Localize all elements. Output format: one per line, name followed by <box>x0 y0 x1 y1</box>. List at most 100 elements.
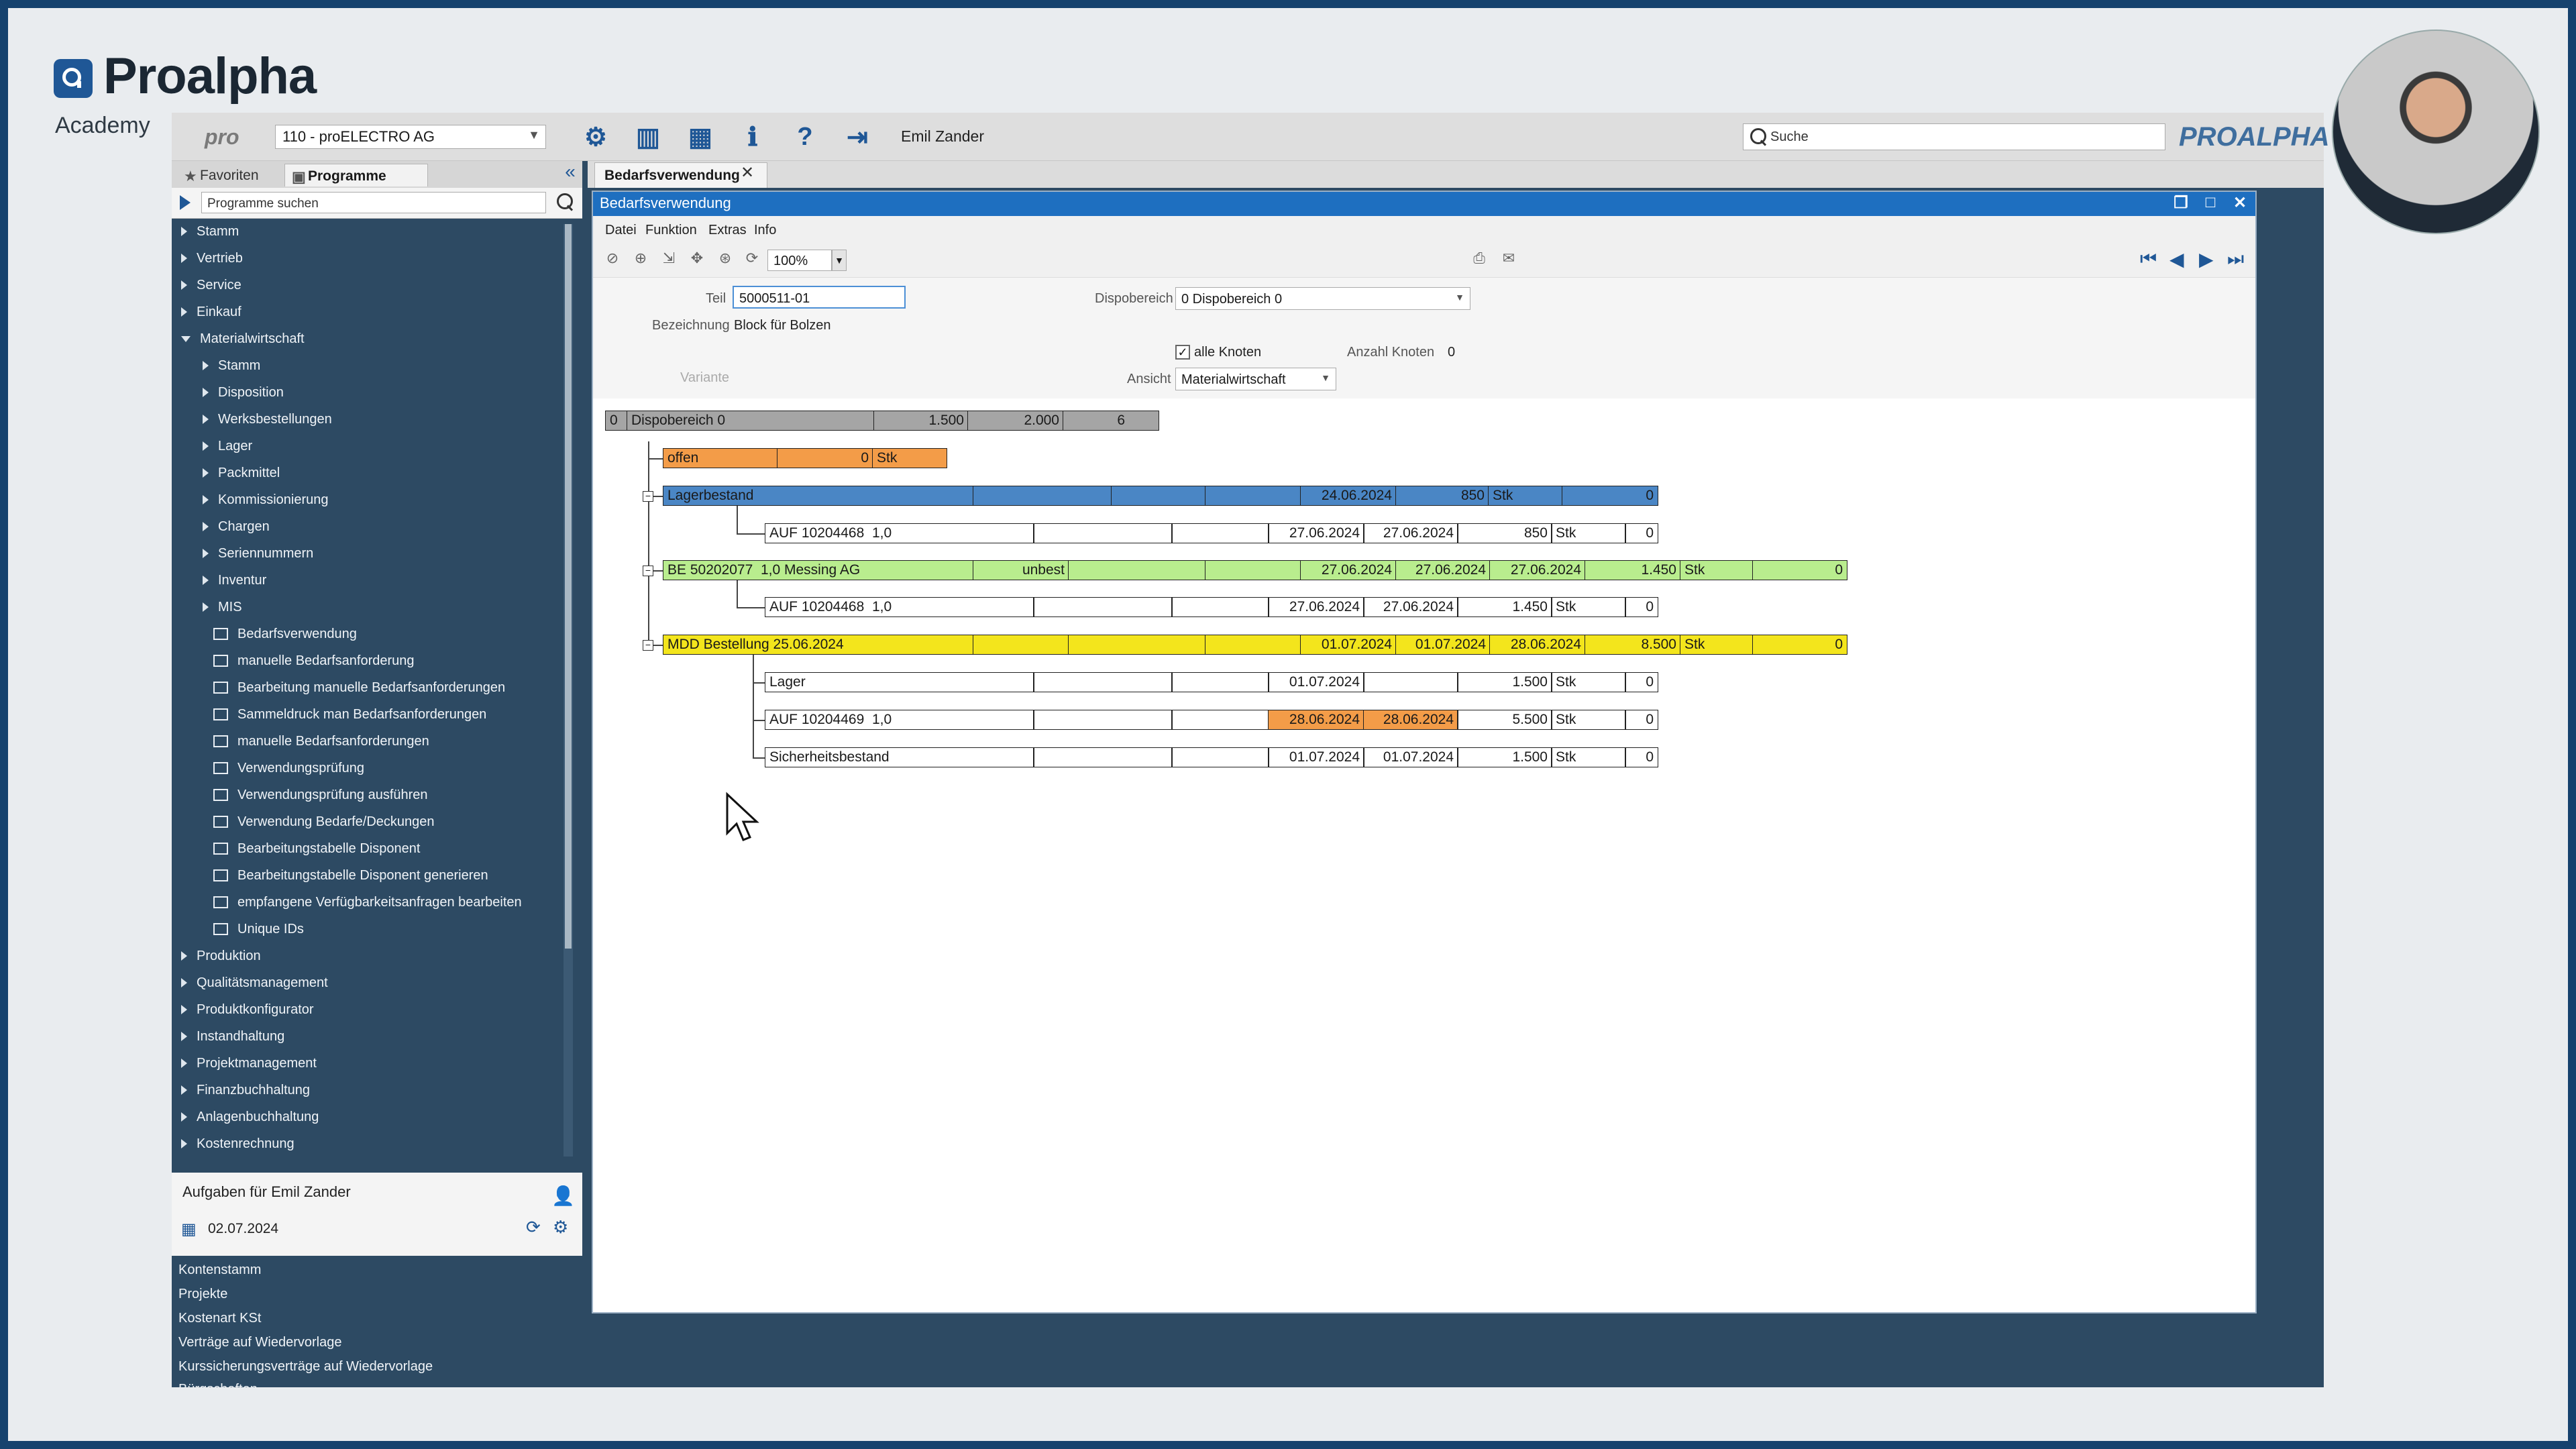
tree-item[interactable]: manuelle Bedarfsanforderung <box>213 648 415 674</box>
caret-right-icon <box>181 1059 187 1068</box>
calendar-icon[interactable]: ▦ <box>181 1220 197 1239</box>
tree-item[interactable]: MIS <box>203 594 242 620</box>
gear-icon[interactable]: ⚙ <box>553 1217 568 1238</box>
menu-info[interactable]: Info <box>754 223 776 238</box>
restore-icon[interactable]: ❐ <box>2171 193 2191 213</box>
previous-record-icon[interactable]: ◀ <box>2169 248 2184 270</box>
tree-item[interactable]: Bearbeitungstabelle Disponent generieren <box>213 863 488 888</box>
tree-item[interactable]: Stamm <box>181 219 239 244</box>
tree-item[interactable]: Stamm <box>203 353 260 378</box>
tree-item[interactable]: Disposition <box>203 380 284 405</box>
list-item[interactable]: Kontenstamm <box>178 1263 261 1278</box>
global-search-input[interactable]: Suche <box>1743 123 2165 150</box>
panel-layout-icon[interactable]: ▥ <box>633 122 663 152</box>
refresh-icon[interactable]: ⟳ <box>526 1217 541 1238</box>
close-icon[interactable]: ✕ <box>741 163 754 182</box>
tree-item[interactable]: Vertrieb <box>181 246 243 271</box>
tree-item-label: Bearbeitungstabelle Disponent <box>237 841 421 856</box>
tree-item[interactable]: Qualitätsmanagement <box>181 970 328 996</box>
tree-item[interactable]: Werksbestellungen <box>203 407 332 432</box>
tab-programs[interactable]: ▣ Programme <box>284 164 428 186</box>
tree-item[interactable]: Projektmanagement <box>181 1051 317 1076</box>
list-item[interactable]: Bürgschaften <box>178 1382 258 1387</box>
tree-item[interactable]: Inventur <box>203 568 266 593</box>
tree-item[interactable]: Instandhaltung <box>181 1024 284 1049</box>
tree-item[interactable]: Produktkonfigurator <box>181 997 314 1022</box>
info-icon[interactable]: ℹ <box>738 122 767 152</box>
dispobereich-select[interactable]: 0 Dispobereich 0 ▼ <box>1175 287 1470 310</box>
company-select[interactable]: 110 - proELECTRO AG ▼ <box>275 125 546 149</box>
tree-item[interactable]: Sammeldruck man Bedarfsanforderungen <box>213 702 486 727</box>
expand-all-icon[interactable]: ⊕ <box>631 250 651 270</box>
grid-layout-icon[interactable]: ▦ <box>686 122 715 152</box>
caret-right-icon <box>203 388 209 397</box>
last-record-icon[interactable]: ⏭ <box>2227 248 2244 270</box>
zoom-select[interactable]: 100% <box>767 250 832 271</box>
tree-item[interactable]: Chargen <box>203 514 270 539</box>
tree-item[interactable]: Kommissionierung <box>203 487 329 513</box>
menu-funktion[interactable]: Funktion <box>645 223 697 238</box>
first-record-icon[interactable]: ⏮ <box>2140 248 2157 270</box>
menu-extras[interactable]: Extras <box>708 223 747 238</box>
list-item[interactable]: Kurssicherungsverträge auf Wiedervorlage <box>178 1359 433 1375</box>
next-record-icon[interactable]: ▶ <box>2199 248 2214 270</box>
tree-item[interactable]: Service <box>181 272 241 298</box>
tree-item[interactable]: Verwendungsprüfung <box>213 755 364 781</box>
tree-item-label: Stamm <box>197 223 239 239</box>
tree-item[interactable]: Finanzbuchhaltung <box>181 1077 310 1103</box>
logout-icon[interactable]: ⇥ <box>843 122 872 152</box>
maximize-icon[interactable]: □ <box>2200 193 2220 213</box>
tree-item[interactable]: Materialwirtschaft <box>181 326 305 352</box>
program-search-input[interactable]: Programme suchen <box>201 192 546 213</box>
tree-item[interactable]: Bearbeitung manuelle Bedarfsanforderunge… <box>213 675 505 700</box>
user-icon[interactable]: 👤 <box>551 1185 575 1207</box>
tree-item[interactable]: Einkauf <box>181 299 241 325</box>
tree-item[interactable]: Anlagenbuchhaltung <box>181 1104 319 1130</box>
run-icon[interactable] <box>180 195 191 210</box>
tree-item[interactable]: Seriennummern <box>203 541 313 566</box>
search-icon[interactable] <box>557 193 573 209</box>
settings-gear-icon[interactable]: ⚙ <box>581 122 610 152</box>
program-icon <box>213 735 228 747</box>
center-icon[interactable]: ⊛ <box>715 250 735 270</box>
list-item[interactable]: Verträge auf Wiedervorlage <box>178 1335 341 1350</box>
move-icon[interactable]: ✥ <box>687 250 707 270</box>
print-icon[interactable]: ⎙ <box>1469 250 1489 270</box>
chevron-down-icon[interactable]: ▼ <box>832 250 847 271</box>
collapse-icon[interactable]: ⇲ <box>659 250 679 270</box>
tab-favorites[interactable]: ★ Favoriten <box>177 164 278 186</box>
collapse-node-icon[interactable]: − <box>643 640 653 651</box>
list-item[interactable]: Projekte <box>178 1287 227 1302</box>
ansicht-select[interactable]: Materialwirtschaft ▼ <box>1175 368 1336 390</box>
menu-bar <box>593 216 2255 243</box>
teil-input[interactable]: 5000511-01 <box>733 286 906 309</box>
tree-item-label: Stamm <box>218 358 261 373</box>
tree-item[interactable]: Unique IDs <box>213 916 304 942</box>
tree-item[interactable]: Verwendung Bedarfe/Deckungen <box>213 809 435 835</box>
tree-item[interactable]: Packmittel <box>203 460 280 486</box>
mail-icon[interactable]: ✉ <box>1499 250 1519 270</box>
collapse-sidebar-icon[interactable]: « <box>558 161 582 185</box>
cell: 0 <box>1625 523 1658 543</box>
collapse-node-icon[interactable]: − <box>643 566 653 576</box>
tree-item[interactable]: manuelle Bedarfsanforderungen <box>213 729 429 754</box>
list-item[interactable]: Kostenart KSt <box>178 1311 261 1326</box>
navigate-icon[interactable]: ⊘ <box>602 250 623 270</box>
help-icon[interactable]: ? <box>790 122 820 152</box>
collapse-node-icon[interactable]: − <box>643 491 653 502</box>
close-window-icon[interactable]: ✕ <box>2230 193 2250 213</box>
cell <box>1171 597 1269 617</box>
program-search-placeholder: Programme suchen <box>207 197 319 211</box>
tree-item[interactable]: Lager <box>203 433 252 459</box>
tree-item[interactable]: Bearbeitungstabelle Disponent <box>213 836 420 861</box>
scrollbar-thumb[interactable] <box>565 224 572 949</box>
tree-item[interactable]: Verwendungsprüfung ausführen <box>213 782 428 808</box>
tree-item[interactable]: Kostenrechnung <box>181 1131 294 1157</box>
tree-scrollbar[interactable] <box>564 224 573 1157</box>
tree-item[interactable]: Bedarfsverwendung <box>213 621 357 647</box>
tree-item[interactable]: empfangene Verfügbarkeitsanfragen bearbe… <box>213 890 522 915</box>
refresh-icon[interactable]: ⟳ <box>742 250 762 270</box>
menu-datei[interactable]: Datei <box>605 223 637 238</box>
alle-knoten-checkbox[interactable]: ✓ <box>1175 345 1190 360</box>
tree-item[interactable]: Produktion <box>181 943 261 969</box>
